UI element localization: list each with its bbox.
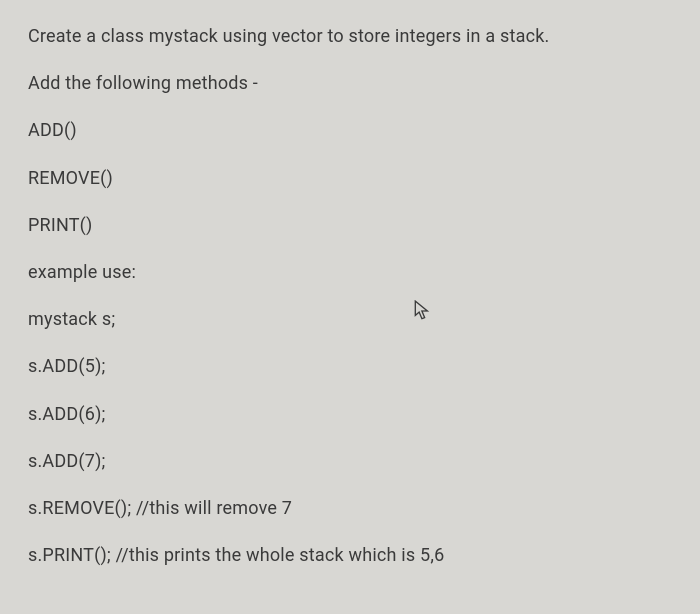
text-line: s.ADD(7); (28, 449, 672, 474)
text-line: PRINT() (28, 213, 672, 238)
text-line: s.ADD(6); (28, 402, 672, 427)
text-line: mystack s; (28, 307, 672, 332)
text-line: REMOVE() (28, 166, 672, 191)
text-line: example use: (28, 260, 672, 285)
text-line: Add the following methods - (28, 71, 672, 96)
text-line: s.PRINT(); //this prints the whole stack… (28, 543, 672, 568)
document-content: Create a class mystack using vector to s… (0, 0, 700, 614)
text-line: s.REMOVE(); //this will remove 7 (28, 496, 672, 521)
text-line: ADD() (28, 118, 672, 143)
text-line: s.ADD(5); (28, 354, 672, 379)
text-line: Create a class mystack using vector to s… (28, 24, 672, 49)
